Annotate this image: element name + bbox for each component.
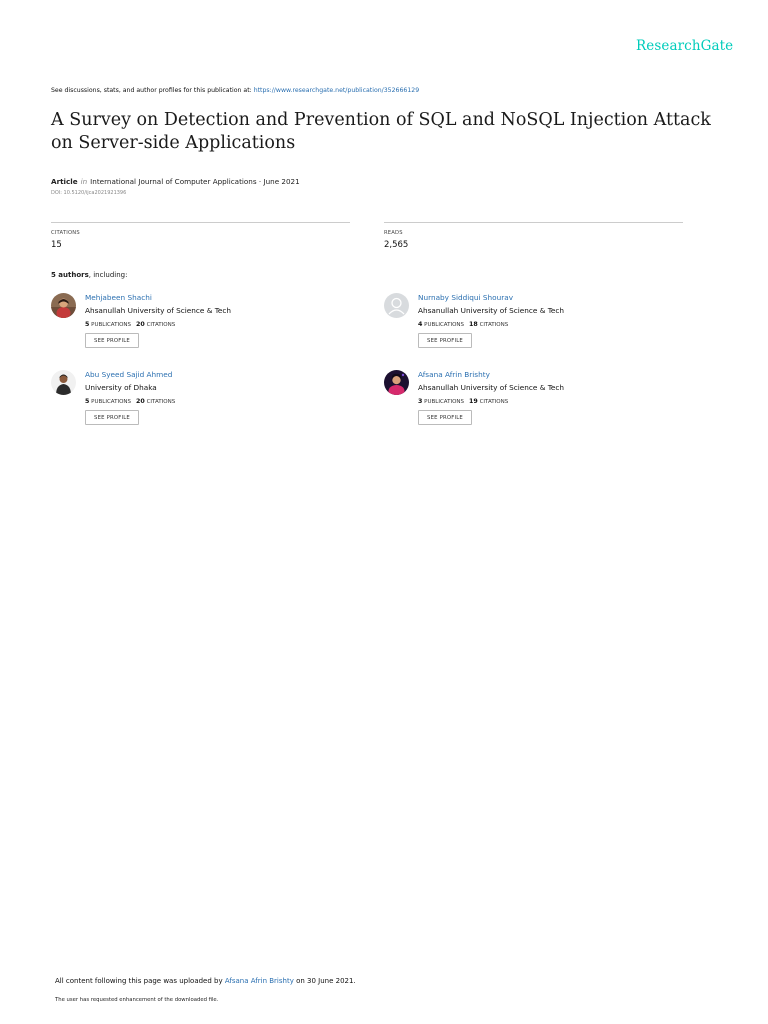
- author-citations-label: CITATIONS: [146, 399, 176, 405]
- authors-count: 5 authors: [51, 271, 89, 279]
- publication-doi: DOI: 10.5120/ijca2021921396: [51, 190, 127, 196]
- author-institution: Ahsanullah University of Science & Tech: [85, 306, 232, 315]
- citations-count: 20: [136, 321, 145, 328]
- in-word: in: [80, 177, 88, 186]
- publications-label: PUBLICATIONS: [91, 322, 132, 328]
- reads-divider: [384, 222, 683, 223]
- citations-divider: [51, 222, 350, 223]
- authors-header: 5 authors, including:: [51, 271, 127, 279]
- see-profile-button[interactable]: SEE PROFILE: [85, 410, 139, 425]
- publications-label: PUBLICATIONS: [424, 399, 465, 405]
- author-stats: 4 PUBLICATIONS 18 CITATIONS: [418, 321, 508, 328]
- publication-type: Article: [51, 177, 78, 186]
- author-avatar[interactable]: [384, 370, 409, 395]
- author-avatar[interactable]: [51, 293, 76, 318]
- authors-suffix: , including:: [88, 271, 128, 279]
- researchgate-logo[interactable]: ResearchGate: [636, 38, 733, 54]
- author-institution: University of Dhaka: [85, 383, 157, 392]
- publications-label: PUBLICATIONS: [91, 399, 132, 405]
- author-name[interactable]: Abu Syeed Sajid Ahmed: [85, 370, 172, 379]
- author-card: Abu Syeed Sajid Ahmed University of Dhak…: [51, 370, 351, 434]
- publication-link[interactable]: https://www.researchgate.net/publication…: [254, 87, 419, 94]
- author-stats: 5 PUBLICATIONS 20 CITATIONS: [85, 398, 175, 405]
- author-card: Afsana Afrin Brishty Ahsanullah Universi…: [384, 370, 684, 434]
- publication-meta: Article in International Journal of Comput…: [51, 177, 300, 186]
- author-name[interactable]: Mehjabeen Shachi: [85, 293, 152, 302]
- citations-count: 18: [469, 321, 478, 328]
- author-avatar[interactable]: [51, 370, 76, 395]
- publications-count: 5: [85, 398, 90, 405]
- author-citations-label: CITATIONS: [479, 322, 509, 328]
- author-avatar[interactable]: [384, 293, 409, 318]
- author-institution: Ahsanullah University of Science & Tech: [418, 383, 565, 392]
- publication-venue: International Journal of Computer Applic…: [90, 177, 300, 186]
- uploader-link[interactable]: Afsana Afrin Brishty: [225, 977, 294, 985]
- publication-title: A Survey on Detection and Prevention of …: [51, 110, 711, 153]
- author-name[interactable]: Afsana Afrin Brishty: [418, 370, 490, 379]
- publications-label: PUBLICATIONS: [424, 322, 465, 328]
- upload-prefix: All content following this page was uplo…: [55, 977, 223, 985]
- upload-notice: All content following this page was uplo…: [55, 977, 356, 985]
- upload-suffix: on 30 June 2021.: [296, 977, 356, 985]
- author-citations-label: CITATIONS: [479, 399, 509, 405]
- see-profile-button[interactable]: SEE PROFILE: [85, 333, 139, 348]
- discussions-prefix: See discussions, stats, and author profi…: [51, 87, 252, 94]
- author-citations-label: CITATIONS: [146, 322, 176, 328]
- citations-count: 20: [136, 398, 145, 405]
- citations-count: 19: [469, 398, 478, 405]
- see-profile-button[interactable]: SEE PROFILE: [418, 410, 472, 425]
- author-name[interactable]: Nurnaby Siddiqui Shourav: [418, 293, 513, 302]
- citations-label: CITATIONS: [51, 230, 80, 236]
- author-stats: 5 PUBLICATIONS 20 CITATIONS: [85, 321, 175, 328]
- publications-count: 3: [418, 398, 423, 405]
- publications-count: 4: [418, 321, 423, 328]
- author-institution: Ahsanullah University of Science & Tech: [418, 306, 565, 315]
- publications-count: 5: [85, 321, 90, 328]
- citations-value: 15: [51, 240, 62, 250]
- author-card: Nurnaby Siddiqui Shourav Ahsanullah Univ…: [384, 293, 684, 357]
- author-card: Mehjabeen Shachi Ahsanullah University o…: [51, 293, 351, 357]
- reads-value: 2,565: [384, 240, 409, 250]
- discussions-line: See discussions, stats, and author profi…: [51, 87, 419, 94]
- author-stats: 3 PUBLICATIONS 19 CITATIONS: [418, 398, 508, 405]
- see-profile-button[interactable]: SEE PROFILE: [418, 333, 472, 348]
- reads-label: READS: [384, 230, 403, 236]
- enhancement-notice: The user has requested enhancement of th…: [55, 997, 219, 1003]
